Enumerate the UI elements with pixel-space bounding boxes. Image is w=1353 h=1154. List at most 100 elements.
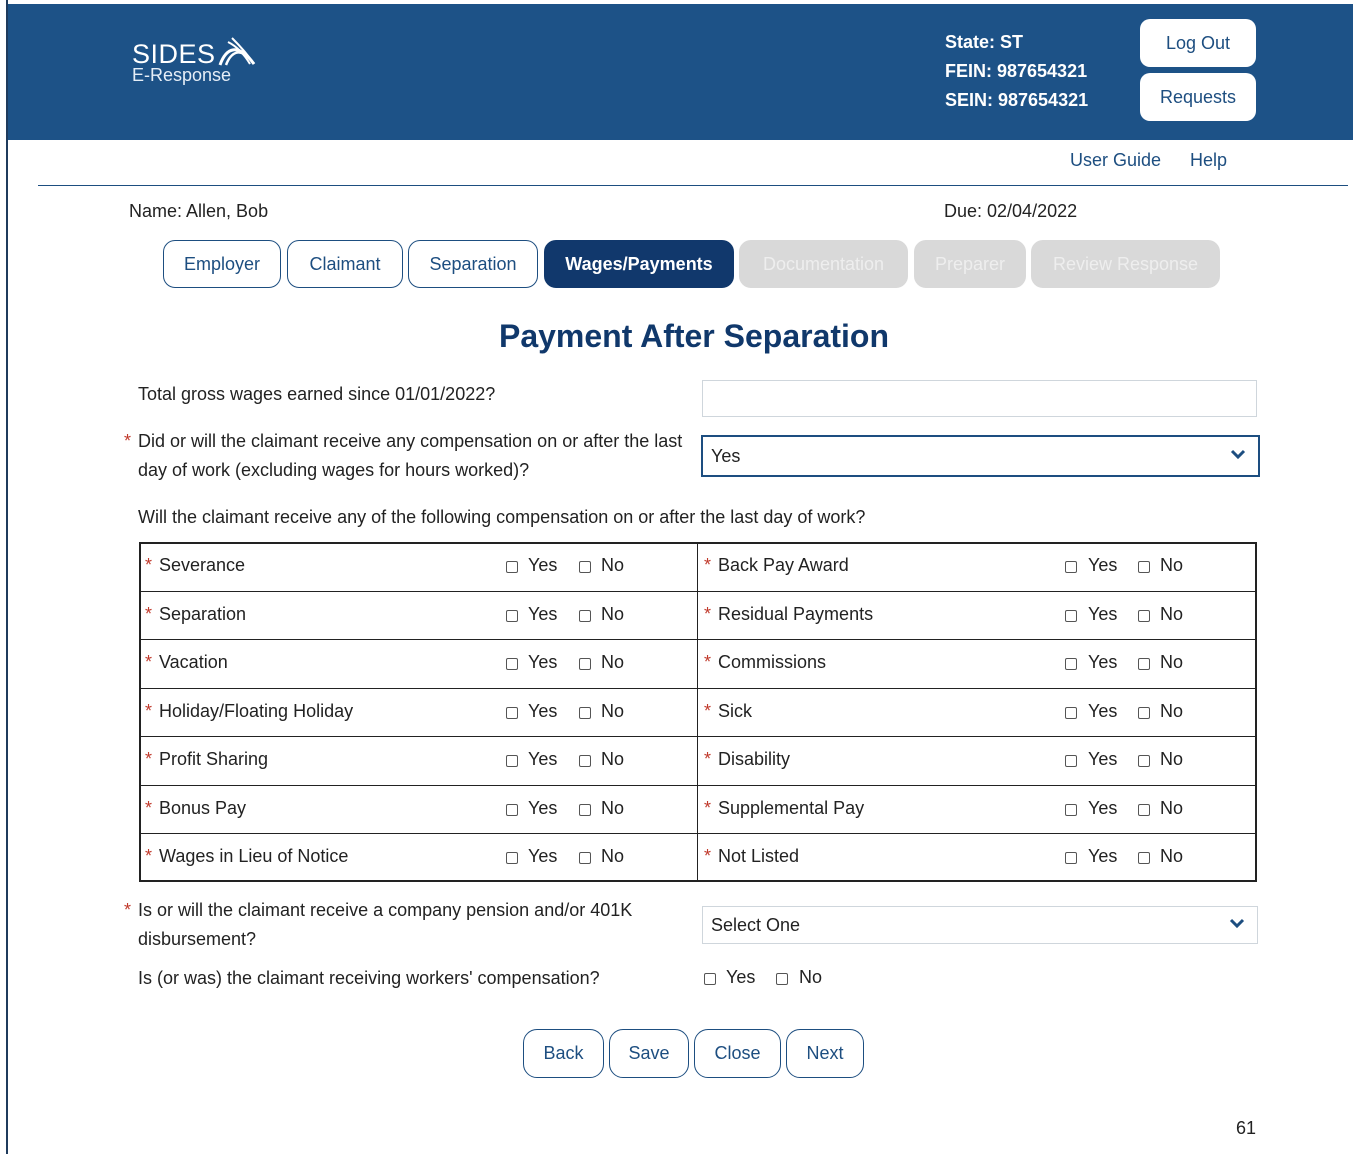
commissions-no-label: No bbox=[1160, 652, 1184, 672]
required-asterisk: * bbox=[704, 652, 712, 672]
holiday-floating-holiday-no-checkbox[interactable] bbox=[579, 707, 591, 719]
table-row-divider bbox=[139, 639, 1257, 640]
separation-no-checkbox[interactable] bbox=[579, 610, 591, 622]
profit-sharing-label: Profit Sharing bbox=[159, 749, 269, 769]
residual-payments-label: Residual Payments bbox=[718, 604, 874, 624]
table-row-divider bbox=[139, 736, 1257, 737]
not-listed-label: Not Listed bbox=[718, 846, 800, 866]
holiday-floating-holiday-label: Holiday/Floating Holiday bbox=[159, 701, 354, 721]
not-listed-no-checkbox[interactable] bbox=[1138, 852, 1150, 864]
back-button[interactable]: Back bbox=[523, 1029, 604, 1078]
vacation-yes-checkbox[interactable] bbox=[506, 658, 518, 670]
tab-employer[interactable]: Employer bbox=[163, 240, 281, 288]
workers-comp-no-checkbox[interactable] bbox=[776, 973, 788, 985]
not-listed-yes-label: Yes bbox=[1088, 846, 1118, 866]
pension-label: Is or will the claimant receive a compan… bbox=[138, 900, 633, 949]
profit-sharing-no-checkbox[interactable] bbox=[579, 755, 591, 767]
user-guide-link[interactable]: User Guide bbox=[1070, 150, 1161, 171]
required-asterisk: * bbox=[704, 555, 712, 575]
holiday-floating-holiday-yes-checkbox[interactable] bbox=[506, 707, 518, 719]
vacation-yes-label: Yes bbox=[528, 652, 558, 672]
severance-no-checkbox[interactable] bbox=[579, 561, 591, 573]
required-asterisk: * bbox=[704, 846, 712, 866]
logo-text: SIDES bbox=[132, 39, 216, 69]
tab-preparer: Preparer bbox=[914, 240, 1026, 288]
severance-yes-checkbox[interactable] bbox=[506, 561, 518, 573]
logout-button[interactable]: Log Out bbox=[1140, 19, 1256, 67]
bonus-pay-yes-label: Yes bbox=[528, 798, 558, 818]
back-pay-award-yes-checkbox[interactable] bbox=[1065, 561, 1077, 573]
tab-review-response: Review Response bbox=[1031, 240, 1220, 288]
required-asterisk: * bbox=[704, 749, 712, 769]
gross-wages-input[interactable] bbox=[702, 380, 1257, 417]
back-pay-award-label: Back Pay Award bbox=[718, 555, 849, 575]
separation-label: Separation bbox=[159, 604, 247, 624]
commissions-yes-checkbox[interactable] bbox=[1065, 658, 1077, 670]
profit-sharing-yes-label: Yes bbox=[528, 749, 558, 769]
not-listed-yes-checkbox[interactable] bbox=[1065, 852, 1077, 864]
tab-wages-payments[interactable]: Wages/Payments bbox=[544, 240, 734, 288]
wages-in-lieu-of-notice-label: Wages in Lieu of Notice bbox=[159, 846, 349, 866]
disability-yes-label: Yes bbox=[1088, 749, 1118, 769]
profit-sharing-no-label: No bbox=[601, 749, 625, 769]
supplemental-pay-yes-checkbox[interactable] bbox=[1065, 804, 1077, 816]
disability-no-checkbox[interactable] bbox=[1138, 755, 1150, 767]
holiday-floating-holiday-yes-label: Yes bbox=[528, 701, 558, 721]
wages-in-lieu-of-notice-no-checkbox[interactable] bbox=[579, 852, 591, 864]
close-button[interactable]: Close bbox=[694, 1029, 781, 1078]
table-row-divider bbox=[139, 688, 1257, 689]
state-label: State: ST bbox=[945, 32, 1024, 52]
required-asterisk: * bbox=[145, 846, 153, 866]
back-pay-award-no-label: No bbox=[1160, 555, 1184, 575]
tab-claimant[interactable]: Claimant bbox=[287, 240, 403, 288]
wages-in-lieu-of-notice-yes-label: Yes bbox=[528, 846, 558, 866]
required-asterisk: * bbox=[704, 798, 712, 818]
commissions-label: Commissions bbox=[718, 652, 827, 672]
supplemental-pay-no-label: No bbox=[1160, 798, 1184, 818]
severance-label: Severance bbox=[159, 555, 246, 575]
account-info: State: ST FEIN: 987654321 SEIN: 98765432… bbox=[945, 28, 1088, 115]
commissions-no-checkbox[interactable] bbox=[1138, 658, 1150, 670]
residual-payments-no-checkbox[interactable] bbox=[1138, 610, 1150, 622]
required-asterisk: * bbox=[145, 749, 153, 769]
sick-yes-checkbox[interactable] bbox=[1065, 707, 1077, 719]
separation-yes-checkbox[interactable] bbox=[506, 610, 518, 622]
commissions-yes-label: Yes bbox=[1088, 652, 1118, 672]
separation-yes-label: Yes bbox=[528, 604, 558, 624]
disability-yes-checkbox[interactable] bbox=[1065, 755, 1077, 767]
residual-payments-yes-checkbox[interactable] bbox=[1065, 610, 1077, 622]
vacation-no-label: No bbox=[601, 652, 625, 672]
table-column-divider bbox=[697, 542, 698, 882]
separation-no-label: No bbox=[601, 604, 625, 624]
wages-in-lieu-of-notice-yes-checkbox[interactable] bbox=[506, 852, 518, 864]
compensation-question: * Did or will the claimant receive any co… bbox=[124, 427, 698, 485]
claimant-name: Name: Allen, Bob bbox=[129, 201, 269, 221]
page-title: Payment After Separation bbox=[498, 318, 890, 354]
requests-button[interactable]: Requests bbox=[1140, 73, 1256, 121]
vacation-no-checkbox[interactable] bbox=[579, 658, 591, 670]
tab-documentation: Documentation bbox=[739, 240, 908, 288]
back-pay-award-no-checkbox[interactable] bbox=[1138, 561, 1150, 573]
disability-label: Disability bbox=[718, 749, 791, 769]
sick-no-checkbox[interactable] bbox=[1138, 707, 1150, 719]
workers-comp-yes-checkbox[interactable] bbox=[704, 973, 716, 985]
bonus-pay-no-checkbox[interactable] bbox=[579, 804, 591, 816]
residual-payments-no-label: No bbox=[1160, 604, 1184, 624]
compensation-select[interactable]: Yes bbox=[701, 435, 1260, 477]
pension-select[interactable]: Select One bbox=[702, 906, 1258, 944]
due-date: Due: 02/04/2022 bbox=[944, 201, 1078, 221]
chevron-down-icon bbox=[1229, 918, 1245, 929]
supplemental-pay-no-checkbox[interactable] bbox=[1138, 804, 1150, 816]
sick-no-label: No bbox=[1160, 701, 1184, 721]
bonus-pay-yes-checkbox[interactable] bbox=[506, 804, 518, 816]
save-button[interactable]: Save bbox=[609, 1029, 689, 1078]
sein-label: SEIN: 987654321 bbox=[945, 90, 1089, 110]
pension-question: * Is or will the claimant receive a compa… bbox=[124, 896, 698, 954]
help-link[interactable]: Help bbox=[1190, 150, 1227, 171]
tab-separation[interactable]: Separation bbox=[408, 240, 538, 288]
next-button[interactable]: Next bbox=[786, 1029, 864, 1078]
sick-label: Sick bbox=[718, 701, 753, 721]
wave-logo-icon bbox=[218, 37, 255, 66]
profit-sharing-yes-checkbox[interactable] bbox=[506, 755, 518, 767]
table-row-divider bbox=[139, 785, 1257, 786]
